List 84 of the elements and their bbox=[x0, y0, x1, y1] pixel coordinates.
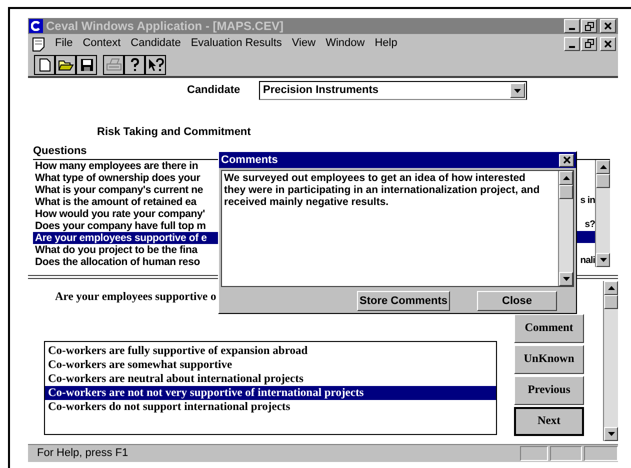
question-text: s in bbox=[579, 195, 595, 208]
close-icon bbox=[562, 156, 570, 164]
menu-item[interactable]: Window bbox=[320, 35, 370, 52]
action-button[interactable]: Comment bbox=[514, 314, 584, 344]
menu-item[interactable]: Context bbox=[78, 35, 126, 52]
document-restore-button[interactable] bbox=[581, 36, 597, 50]
dialog-button[interactable]: Store Comments bbox=[357, 291, 450, 311]
current-question: Are your employees supportive o bbox=[55, 290, 216, 305]
candidate-dropdown[interactable]: Precision Instruments bbox=[259, 81, 527, 100]
app-minimize-button[interactable] bbox=[564, 19, 580, 33]
down-arrow-icon bbox=[600, 258, 606, 262]
answer-option[interactable]: Co-workers do not support international projects bbox=[45, 400, 496, 414]
scroll-down-button[interactable] bbox=[596, 253, 610, 267]
question-row[interactable]: What do you project to be the fina bbox=[33, 244, 218, 256]
app-logo-icon bbox=[29, 19, 43, 33]
dialog-close-button[interactable] bbox=[559, 154, 574, 166]
document-icon bbox=[31, 36, 47, 52]
minimize-icon bbox=[569, 28, 575, 30]
dropdown-arrow-button[interactable] bbox=[510, 83, 525, 98]
pointer-question-icon bbox=[148, 58, 164, 72]
question-row[interactable]: What is your company's current ne bbox=[33, 184, 218, 196]
close-icon bbox=[604, 40, 612, 48]
comments-field[interactable]: We surveyed out employees to get an idea of how interested they were in participating in an internationalization project, and received mainly negative results. bbox=[221, 170, 574, 287]
scroll-up-button[interactable] bbox=[559, 171, 573, 185]
scroll-down-button[interactable] bbox=[559, 272, 573, 286]
question-row[interactable]: Does your company have full top m bbox=[33, 220, 218, 232]
action-button[interactable]: Previous bbox=[514, 376, 584, 406]
app-close-button[interactable] bbox=[600, 19, 616, 33]
action-button[interactable]: UnKnown bbox=[514, 345, 584, 374]
question-row[interactable]: How many employees are there in bbox=[33, 160, 218, 172]
minimize-icon bbox=[569, 46, 575, 48]
down-arrow-icon bbox=[562, 277, 570, 281]
question-row[interactable]: What is the amount of retained ea bbox=[33, 196, 218, 208]
menu-item[interactable]: View bbox=[286, 35, 321, 52]
app-restore-button[interactable] bbox=[581, 19, 597, 33]
close-icon bbox=[604, 22, 612, 30]
scroll-thumb[interactable] bbox=[596, 174, 610, 188]
scrollbar[interactable] bbox=[603, 281, 618, 441]
answer-option[interactable]: Co-workers are neutral about international projects bbox=[45, 372, 496, 386]
action-button[interactable]: Next bbox=[514, 407, 584, 436]
question-row[interactable]: Does the allocation of human reso bbox=[33, 256, 218, 268]
questions-label: Questions bbox=[33, 144, 88, 158]
new-document-icon bbox=[38, 58, 50, 72]
menu-item[interactable]: Evaluation Results bbox=[186, 35, 287, 52]
folder-icon bbox=[58, 58, 74, 71]
question-row[interactable]: What type of ownership does your bbox=[33, 172, 218, 184]
scroll-thumb[interactable] bbox=[559, 185, 573, 199]
document-minimize-button[interactable] bbox=[564, 36, 580, 50]
candidate-label: Candidate bbox=[187, 83, 242, 98]
scroll-up-button[interactable] bbox=[604, 281, 618, 295]
question-text: nali bbox=[579, 254, 595, 267]
printer-icon bbox=[106, 58, 122, 72]
scroll-up-button[interactable] bbox=[596, 160, 610, 174]
question-row[interactable]: How would you rate your company' bbox=[33, 208, 218, 220]
caret-icon bbox=[514, 88, 521, 92]
menu-item[interactable]: Help bbox=[370, 35, 402, 52]
toolbar-button[interactable] bbox=[55, 54, 76, 74]
comments-text: We surveyed out employees to get an idea of how interested they were in participating in an internationalization project, and received mainly negative results. bbox=[223, 171, 541, 210]
question-text: s? bbox=[584, 219, 595, 232]
document-close-button[interactable] bbox=[600, 36, 616, 50]
answer-option[interactable]: Co-workers are fully supportive of expansion abroad bbox=[45, 344, 496, 358]
answer-option[interactable]: Co-workers are not not very supportive of international projects bbox=[45, 386, 496, 400]
question-row[interactable]: Are your employees supportive of e bbox=[33, 232, 218, 244]
dialog-title: Comments bbox=[221, 152, 278, 168]
scrollbar[interactable] bbox=[595, 160, 610, 267]
status-text: For Help, press F1 bbox=[37, 446, 128, 462]
down-arrow-icon bbox=[608, 432, 614, 436]
window-title: Ceval Windows Application - [MAPS.CEV] bbox=[46, 18, 284, 35]
answer-option[interactable]: Co-workers are somewhat supportive bbox=[45, 358, 496, 372]
menu-item[interactable]: Candidate bbox=[126, 35, 186, 52]
toolbar-button[interactable] bbox=[76, 54, 97, 74]
scroll-down-button[interactable] bbox=[604, 427, 618, 441]
section-title: Risk Taking and Commitment bbox=[97, 125, 252, 140]
up-arrow-icon bbox=[562, 176, 570, 180]
toolbar-button[interactable] bbox=[34, 54, 55, 74]
menu-item[interactable]: File bbox=[50, 35, 78, 52]
dialog-button[interactable]: Close bbox=[477, 291, 557, 311]
toolbar-button[interactable] bbox=[124, 54, 145, 74]
scroll-thumb[interactable] bbox=[604, 295, 618, 309]
toolbar-button[interactable] bbox=[145, 54, 166, 74]
question-mark-icon bbox=[130, 58, 140, 72]
up-arrow-icon bbox=[600, 165, 606, 169]
scrollbar[interactable] bbox=[558, 171, 573, 286]
up-arrow-icon bbox=[608, 286, 614, 290]
